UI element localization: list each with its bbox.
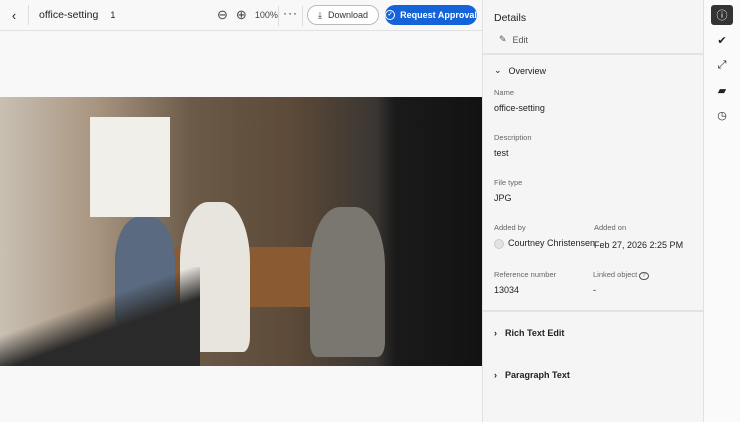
download-icon: ⤓: [317, 9, 322, 20]
pencil-icon: ✎: [499, 34, 507, 44]
request-approval-button[interactable]: ✓ Request Approval: [385, 5, 477, 25]
linked-object-value: -: [593, 285, 596, 295]
reference-label: Reference number: [494, 270, 557, 279]
section-label: Paragraph Text: [505, 370, 570, 380]
description-value: test: [494, 148, 509, 158]
rich-text-edit-toggle[interactable]: › Rich Text Edit: [483, 312, 703, 354]
overview-label: Overview: [508, 65, 547, 76]
info-icon[interactable]: ⓘ: [711, 5, 733, 25]
added-on-value: Feb 27, 2026 2:25 PM: [594, 240, 684, 250]
file-type-value: JPG: [494, 193, 512, 203]
side-rail: ⓘ ✔ ⤢ ▰ ◷: [704, 0, 740, 422]
divider: [28, 5, 29, 25]
zoom-out-icon[interactable]: ⊖: [217, 8, 228, 21]
chevron-right-icon: ›: [494, 370, 497, 380]
download-label: Download: [327, 10, 368, 20]
name-label: Name: [494, 88, 515, 97]
more-options-button[interactable]: ···: [283, 6, 298, 20]
asset-title: office-setting: [39, 9, 99, 21]
details-panel: Details ✎ Edit ⌄ Overview Name office-sett…: [482, 0, 704, 422]
check-circle-icon: ✓: [385, 10, 396, 20]
approval-icon[interactable]: ✔: [711, 30, 733, 50]
history-icon[interactable]: ◷: [711, 105, 733, 125]
comments-icon[interactable]: ▰: [711, 80, 733, 100]
added-on-label: Added on: [594, 223, 627, 232]
divider: [302, 6, 303, 26]
added-by-value: Courtney Christensen: [508, 238, 596, 248]
download-button[interactable]: ⤓ Download: [307, 5, 379, 25]
paragraph-text-toggle[interactable]: › Paragraph Text: [483, 354, 703, 396]
linked-object-label: Linked object: [593, 270, 638, 279]
overview-toggle[interactable]: ⌄ Overview: [494, 65, 692, 76]
added-by-label: Added by: [494, 223, 526, 232]
section-label: Rich Text Edit: [505, 328, 565, 338]
back-button[interactable]: ‹: [0, 8, 28, 23]
request-approval-label: Request Approval: [400, 10, 477, 20]
description-label: Description: [494, 133, 532, 142]
edit-button[interactable]: ✎ Edit: [494, 34, 692, 45]
avatar: [494, 238, 504, 249]
zoom-level: 100%: [254, 9, 278, 20]
links-icon[interactable]: ⤢: [711, 55, 733, 75]
edit-label: Edit: [512, 34, 529, 45]
overview-section: ⌄ Overview Name office-setting Descriptio…: [483, 55, 703, 312]
version-count: 1: [110, 10, 116, 20]
divider: [278, 6, 279, 26]
chevron-right-icon: ›: [494, 328, 497, 338]
file-type-label: File type: [494, 178, 523, 187]
asset-preview-image: [0, 97, 482, 366]
chevron-down-icon: ⌄: [494, 65, 502, 75]
zoom-in-icon[interactable]: ⊕: [236, 8, 247, 21]
help-icon[interactable]: ?: [639, 272, 649, 280]
reference-value: 13034: [494, 285, 520, 295]
name-value: office-setting: [494, 103, 545, 113]
panel-title: Details: [494, 12, 527, 24]
toolbar: ‹ office-setting 1 ⊖ ⊕ 100% ··· ⤓ Downloa…: [0, 0, 482, 31]
